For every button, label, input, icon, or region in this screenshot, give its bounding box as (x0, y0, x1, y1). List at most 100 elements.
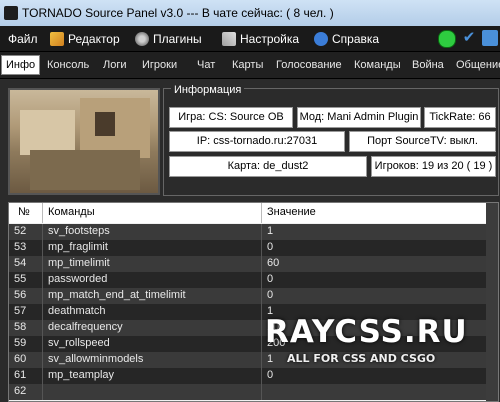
tab-logs[interactable]: Логи (103, 56, 127, 74)
game-field: Игра: CS: Source OB (169, 107, 293, 128)
row-divider (42, 240, 43, 256)
row-divider (42, 352, 43, 368)
row-command: sv_rollspeed (48, 337, 110, 349)
players-field: Игроков: 19 из 20 ( 19 ) (371, 156, 496, 177)
network-icon[interactable] (482, 30, 498, 46)
table-row[interactable]: 54 mp_timelimit 60 (9, 256, 498, 272)
menu-file-label: Файл (8, 32, 38, 46)
row-number: 53 (14, 241, 27, 253)
window-title: TORNADO Source Panel v3.0 --- В чате сей… (22, 6, 334, 20)
row-divider (42, 368, 43, 384)
row-divider (42, 224, 43, 240)
col-value-header[interactable]: Значение (267, 206, 316, 218)
row-value: 1 (267, 353, 274, 365)
menu-settings-label: Настройка (240, 32, 300, 46)
menu-settings[interactable]: Настройка (222, 31, 299, 47)
tab-maps[interactable]: Карты (232, 56, 263, 74)
menu-bar: Файл Редактор Плагины Настройка Справка … (0, 26, 500, 52)
row-number: 54 (14, 257, 27, 269)
row-value: 0 (267, 289, 274, 301)
row-command: mp_teamplay (48, 369, 115, 381)
row-divider (261, 224, 262, 240)
gears-icon (135, 32, 149, 46)
col-num-header[interactable]: № (18, 206, 30, 218)
row-divider (261, 288, 262, 304)
menu-help[interactable]: Справка (314, 31, 379, 47)
tab-console[interactable]: Консоль (47, 56, 89, 74)
tab-info[interactable]: Инфо (1, 55, 41, 75)
row-value: 1 (267, 225, 274, 237)
brush-icon (50, 32, 64, 46)
tools-icon (222, 32, 236, 46)
row-command: deathmatch (48, 305, 106, 317)
table-row[interactable]: 61 mp_teamplay 0 (9, 368, 498, 384)
help-icon (314, 32, 328, 46)
tab-players[interactable]: Игроки (142, 56, 177, 74)
row-divider (261, 240, 262, 256)
row-value: 0 (267, 273, 274, 285)
menu-plugins[interactable]: Плагины (135, 31, 202, 47)
watermark-subtitle: ALL FOR CSS AND CSGO (287, 352, 436, 365)
row-number: 58 (14, 321, 27, 333)
row-command: passworded (48, 273, 108, 285)
row-divider (42, 272, 43, 288)
row-number: 52 (14, 225, 27, 237)
table-header: № Команды Значение (9, 203, 498, 223)
row-number: 59 (14, 337, 27, 349)
ip-field: IP: css-tornado.ru:27031 (169, 131, 345, 152)
menu-editor[interactable]: Редактор (50, 31, 120, 47)
row-number: 62 (14, 385, 27, 397)
tab-bar: Инфо Консоль Логи Игроки Чат Карты Голос… (0, 52, 500, 79)
tab-commands[interactable]: Команды (354, 56, 401, 74)
row-divider (261, 272, 262, 288)
row-value: 0 (267, 369, 274, 381)
header-divider (42, 203, 43, 223)
table-row[interactable]: 55 passworded 0 (9, 272, 498, 288)
sourcetv-field: Порт SourceTV: выкл. (349, 131, 496, 152)
row-divider (42, 288, 43, 304)
menu-plugins-label: Плагины (153, 32, 202, 46)
row-value: 0 (267, 241, 274, 253)
row-divider (42, 384, 43, 400)
row-divider (261, 320, 262, 336)
tab-voting[interactable]: Голосование (276, 56, 342, 74)
tab-chat[interactable]: Чат (197, 56, 215, 74)
title-bar: TORNADO Source Panel v3.0 --- В чате сей… (0, 0, 500, 26)
row-divider (42, 304, 43, 320)
row-divider (261, 336, 262, 352)
row-divider (261, 256, 262, 272)
map-preview-ground (30, 150, 140, 190)
menu-help-label: Справка (332, 32, 380, 46)
tab-war[interactable]: Война (412, 56, 444, 74)
row-command: mp_timelimit (48, 257, 110, 269)
table-row[interactable]: 56 mp_match_end_at_timelimit 0 (9, 288, 498, 304)
map-preview-image (8, 88, 160, 195)
commands-table: № Команды Значение 52 sv_footsteps 1 53 mp_f… (8, 202, 499, 402)
menu-file[interactable]: Файл (8, 31, 38, 47)
table-row[interactable]: 62 (9, 384, 498, 400)
mod-field: Мод: Mani Admin Plugin (297, 107, 421, 128)
menu-editor-label: Редактор (68, 32, 120, 46)
row-divider (261, 368, 262, 384)
col-command-header[interactable]: Команды (48, 206, 95, 218)
row-divider (261, 352, 262, 368)
row-number: 57 (14, 305, 27, 317)
row-number: 55 (14, 273, 27, 285)
check-icon[interactable]: ✔ (461, 30, 477, 46)
row-divider (42, 320, 43, 336)
row-divider (42, 256, 43, 272)
row-command: mp_fraglimit (48, 241, 108, 253)
row-number: 61 (14, 369, 27, 381)
tickrate-field: TickRate: 66 (424, 107, 496, 128)
info-panel-title: Информация (171, 84, 245, 96)
status-green-icon[interactable] (438, 30, 456, 48)
row-divider (261, 384, 262, 400)
row-divider (42, 336, 43, 352)
row-number: 56 (14, 289, 27, 301)
watermark-title: RAYCSS.RU (265, 314, 468, 350)
tab-communication[interactable]: Общение (456, 56, 500, 74)
vertical-scrollbar[interactable] (486, 203, 498, 401)
table-row[interactable]: 52 sv_footsteps 1 (9, 224, 498, 240)
table-row[interactable]: 53 mp_fraglimit 0 (9, 240, 498, 256)
map-preview-door (95, 112, 115, 136)
